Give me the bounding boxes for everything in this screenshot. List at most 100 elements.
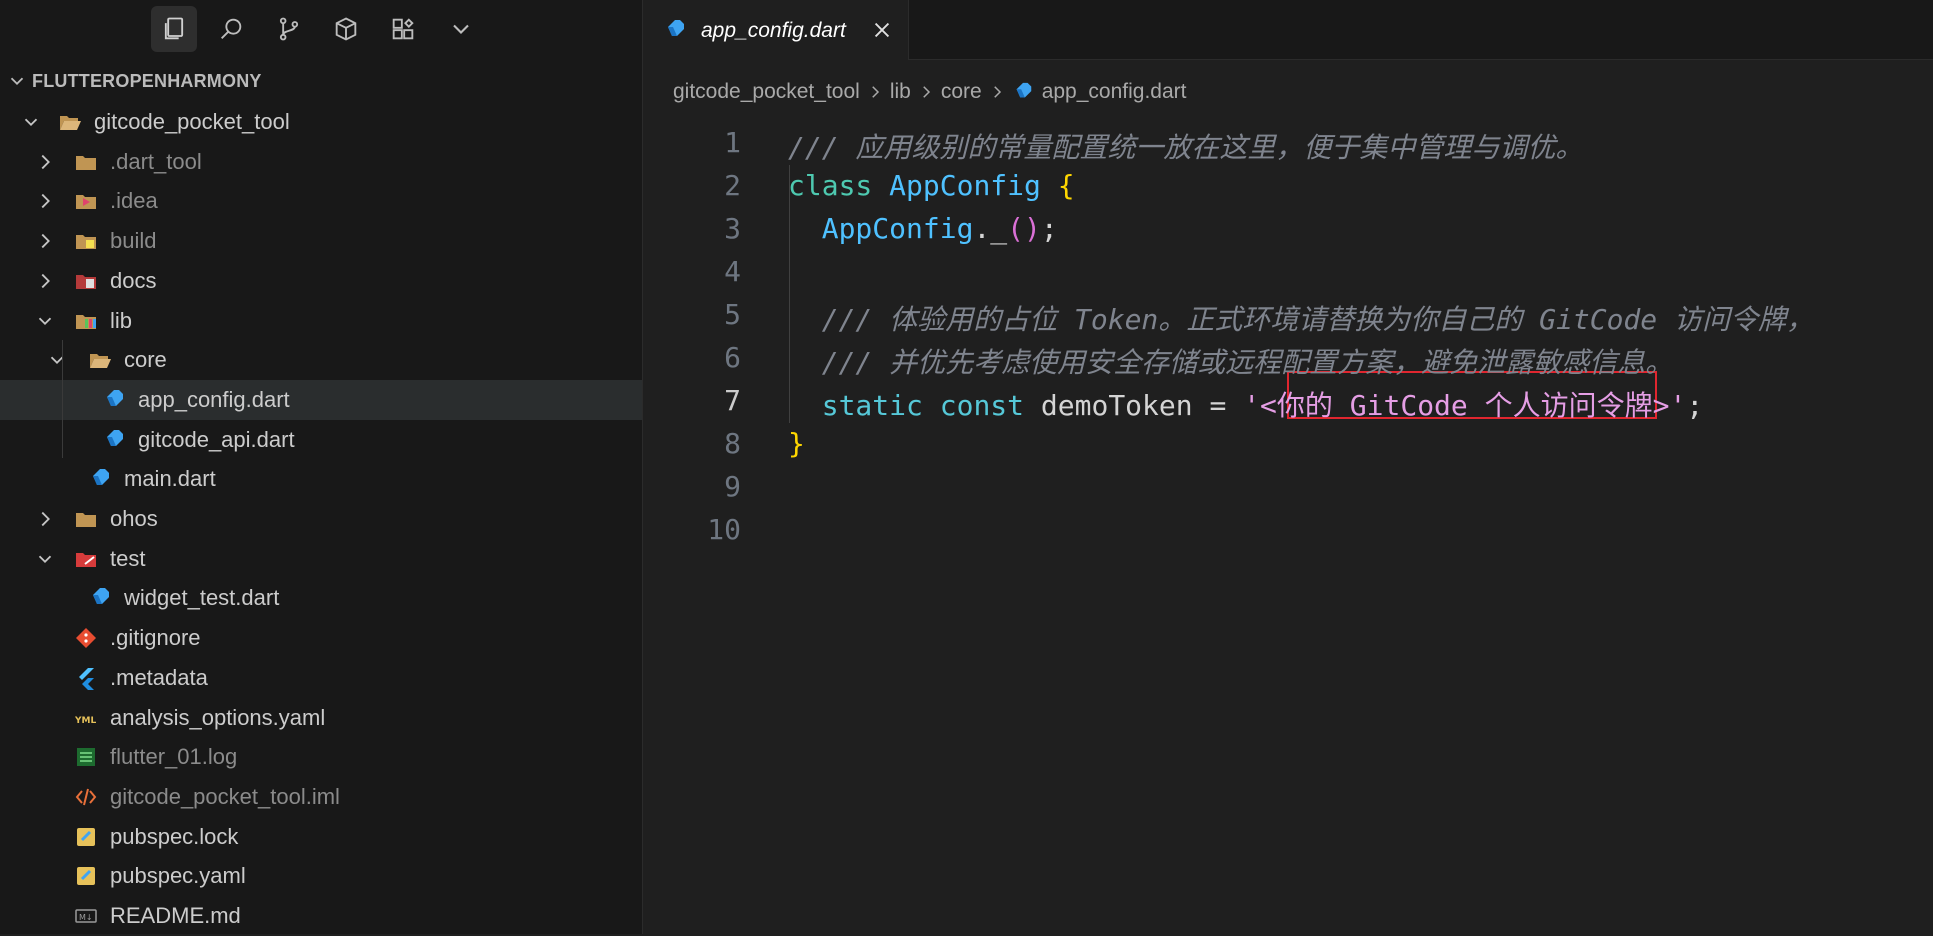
tree-item-label: lib xyxy=(110,307,133,333)
line-number: 5 xyxy=(724,298,741,331)
chevron-down-icon[interactable] xyxy=(34,310,56,332)
code-token: } xyxy=(788,427,805,460)
tree-item[interactable]: test xyxy=(0,539,642,579)
code-line[interactable]: 3 AppConfig._(); xyxy=(643,208,1933,251)
code-text: } xyxy=(788,427,805,460)
tree-item[interactable]: gitcode_pocket_tool.iml xyxy=(0,777,642,817)
extensions-box-icon[interactable] xyxy=(323,6,369,52)
code-token: ; xyxy=(1040,212,1058,245)
tab-app-config[interactable]: app_config.dart xyxy=(643,0,909,60)
chevron-down-icon[interactable] xyxy=(46,349,68,371)
tree-item-label: app_config.dart xyxy=(138,386,290,412)
breadcrumb-item[interactable]: core xyxy=(941,80,982,104)
chevron-right-icon[interactable] xyxy=(34,230,56,252)
chevron-down-icon[interactable] xyxy=(34,548,56,570)
line-number: 7 xyxy=(724,384,741,417)
code-token: const xyxy=(939,389,1041,422)
lib-folder-icon xyxy=(76,314,96,329)
yaml-file-icon: YML xyxy=(74,716,96,726)
code-text: static const demoToken = '<你的 GitCode 个人… xyxy=(788,384,1703,424)
breadcrumb-item[interactable]: gitcode_pocket_tool xyxy=(673,80,860,104)
code-line[interactable]: 10 xyxy=(643,509,1933,552)
tree-item[interactable]: docs xyxy=(0,261,642,301)
tree-item[interactable]: .idea xyxy=(0,181,642,221)
explorer-sidebar: FLUTTEROPENHARMONY gitcode_pocket_tool .d… xyxy=(0,0,643,934)
chevron-right-icon[interactable] xyxy=(34,270,56,292)
tree-item[interactable]: ohos xyxy=(0,499,642,539)
md-file-icon: M↓ xyxy=(75,909,97,923)
search-icon[interactable] xyxy=(208,6,254,52)
tree-indent-guide xyxy=(62,340,63,458)
pubspec-file-icon xyxy=(77,867,95,886)
tree-item[interactable]: pubspec.yaml xyxy=(0,856,642,896)
tree-item[interactable]: .metadata xyxy=(0,658,642,698)
line-number: 1 xyxy=(724,126,741,159)
code-token: <你的 GitCode 个人访问令牌> xyxy=(1260,389,1670,422)
code-line[interactable]: 1 /// 应用级别的常量配置统一放在这里，便于集中管理与调优。 xyxy=(643,122,1933,165)
test-folder-icon xyxy=(76,552,96,567)
tree-item[interactable]: .gitignore xyxy=(0,618,642,658)
tree-item[interactable]: lib xyxy=(0,301,642,341)
breadcrumb-item[interactable]: lib xyxy=(890,80,911,104)
pubspec-file-icon xyxy=(77,827,95,846)
tree-item[interactable]: core xyxy=(0,340,642,380)
tree-item[interactable]: .dart_tool xyxy=(0,142,642,182)
editor-area: app_config.dart gitcode_pocket_tool lib … xyxy=(643,0,1933,934)
tree-item[interactable]: build xyxy=(0,221,642,261)
code-token: AppConfig xyxy=(889,169,1058,202)
tree-item[interactable]: gitcode_api.dart xyxy=(0,420,642,460)
code-line[interactable]: 4 xyxy=(643,251,1933,294)
tree-item[interactable]: gitcode_pocket_tool xyxy=(0,102,642,142)
tree-item[interactable]: widget_test.dart xyxy=(0,578,642,618)
code-line[interactable]: 2 class AppConfig { xyxy=(643,165,1933,208)
breadcrumb-item[interactable]: app_config.dart xyxy=(1042,80,1187,104)
explorer-section-header[interactable]: FLUTTEROPENHARMONY xyxy=(0,68,643,96)
tree-item[interactable]: YML analysis_options.yaml xyxy=(0,698,642,738)
line-number: 4 xyxy=(724,255,741,288)
code-token: () xyxy=(1007,212,1041,245)
dart-file-icon xyxy=(668,20,684,36)
chevron-right-icon[interactable] xyxy=(34,508,56,530)
line-number: 3 xyxy=(724,212,741,245)
code-line[interactable]: 5 /// 体验用的占位 Token。正式环境请替换为你自己的 GitCode … xyxy=(643,294,1933,337)
idea-folder-icon xyxy=(76,195,96,210)
more-chevron-down-icon[interactable] xyxy=(438,6,484,52)
dart-file-icon xyxy=(93,588,109,605)
extensions-icon[interactable] xyxy=(380,6,426,52)
tree-item[interactable]: flutter_01.log xyxy=(0,737,642,777)
chevron-right-icon[interactable] xyxy=(34,190,56,212)
chevron-right-icon[interactable] xyxy=(34,151,56,173)
code-token: /// 应用级别的常量配置统一放在这里，便于集中管理与调优。 xyxy=(788,131,1584,164)
code-line[interactable]: 7 static const demoToken = '<你的 GitCode … xyxy=(643,380,1933,423)
tree-item[interactable]: M↓ README.md xyxy=(0,896,642,936)
source-control-icon[interactable] xyxy=(266,6,312,52)
code-line[interactable]: 8} xyxy=(643,423,1933,466)
code-line[interactable]: 9 xyxy=(643,466,1933,509)
close-icon[interactable] xyxy=(871,19,893,41)
explorer-icon[interactable] xyxy=(151,6,197,52)
chevron-down-icon[interactable] xyxy=(20,111,42,133)
svg-text:M↓: M↓ xyxy=(79,913,93,922)
tree-item-label: ohos xyxy=(110,506,158,531)
code-text: /// 并优先考虑使用安全存储或远程配置方案，避免泄露敏感信息。 xyxy=(788,341,1673,381)
chevron-down-icon xyxy=(10,77,24,86)
code-text: /// 应用级别的常量配置统一放在这里，便于集中管理与调优。 xyxy=(788,126,1583,166)
code-token: AppConfig xyxy=(821,212,974,245)
tree-item-label: analysis_options.yaml xyxy=(110,704,326,730)
folder-open-icon xyxy=(90,354,111,369)
tree-item-label: core xyxy=(124,347,167,373)
dart-file-icon xyxy=(1016,82,1031,98)
code-token: ._ xyxy=(973,212,1008,245)
tree-item-label: test xyxy=(110,545,146,571)
tree-item-label: main.dart xyxy=(124,466,216,492)
tree-item[interactable]: app_config.dart xyxy=(0,379,642,420)
tree-item[interactable]: main.dart xyxy=(0,459,642,499)
code-token: ' xyxy=(1243,389,1261,422)
code-text: class AppConfig { xyxy=(788,169,1075,202)
tree-item-label: pubspec.yaml xyxy=(110,863,246,889)
tree-item[interactable]: pubspec.lock xyxy=(0,817,642,857)
code-line[interactable]: 6 /// 并优先考虑使用安全存储或远程配置方案，避免泄露敏感信息。 xyxy=(643,337,1933,380)
code-token: /// 并优先考虑使用安全存储或远程配置方案，避免泄露敏感信息。 xyxy=(788,346,1674,379)
